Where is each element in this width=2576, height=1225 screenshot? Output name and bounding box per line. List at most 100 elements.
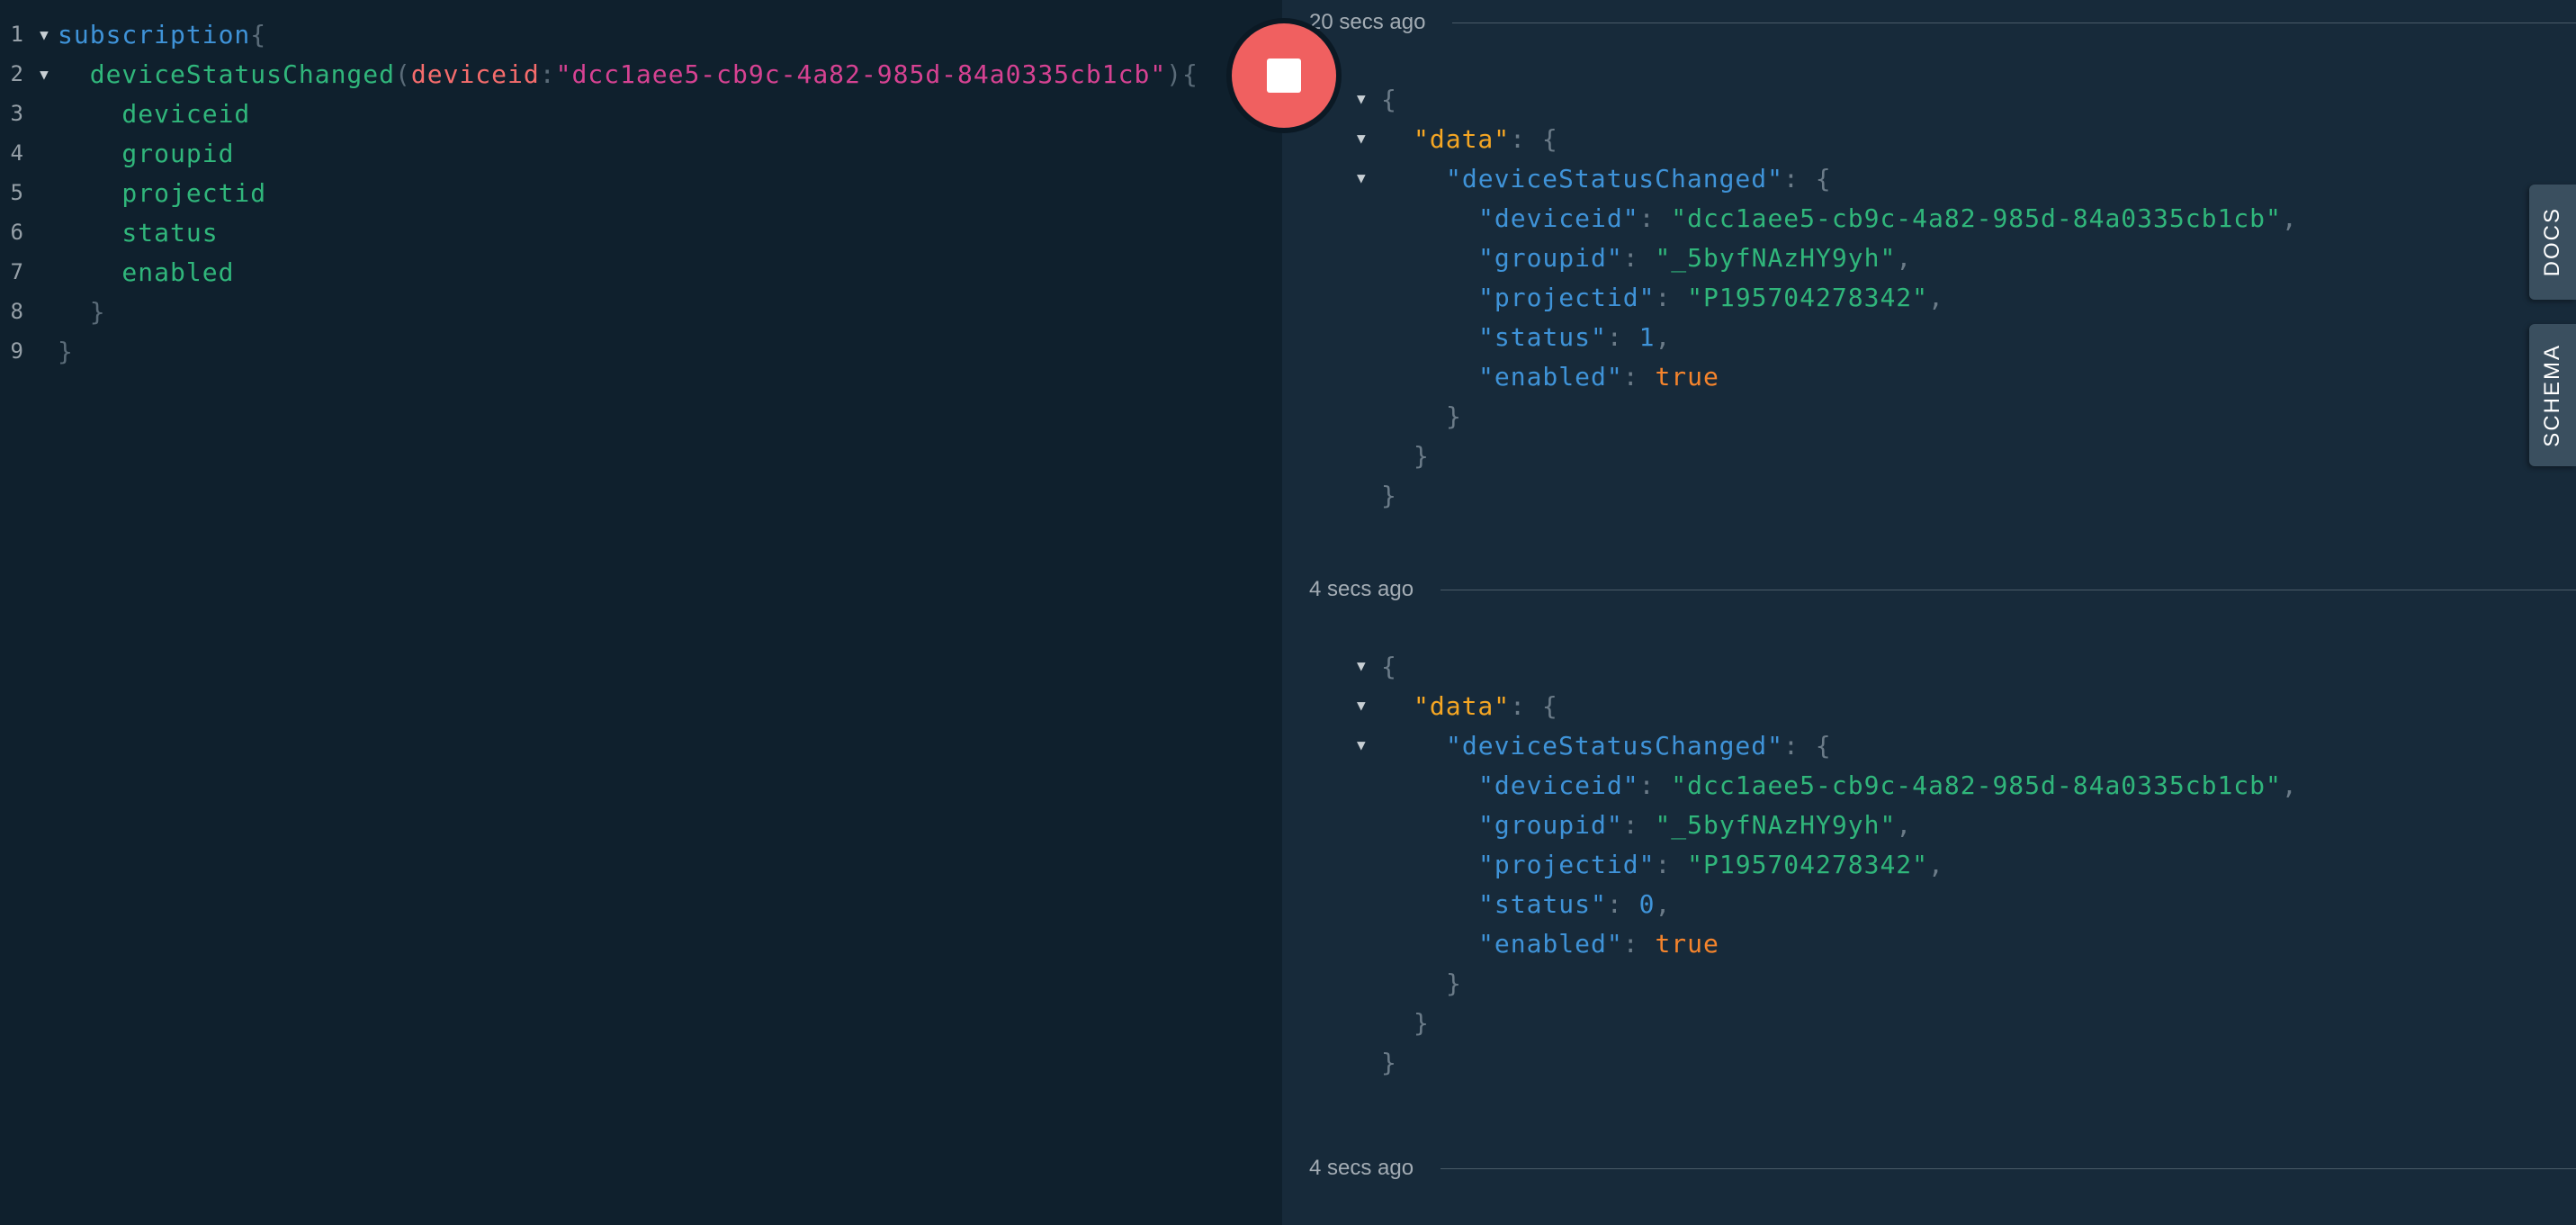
editor-line[interactable]: 3 deviceid [0, 94, 250, 133]
json-token-key: "deviceStatusChanged" [1446, 163, 1784, 194]
json-token-punct: } [1414, 440, 1430, 471]
json-token-punct: { [1381, 651, 1397, 681]
editor-line[interactable]: 5 projectid [0, 173, 266, 212]
line-number: 1 [10, 22, 23, 47]
json-token-data: "data" [1414, 123, 1511, 154]
code-token-string: "dcc1aee5-cb9c-4a82-985d-84a0335cb1cb" [555, 59, 1167, 89]
editor-line[interactable]: 9} [0, 331, 74, 371]
result-timestamp-row: 4 secs ago [1309, 1155, 2576, 1182]
json-token-bool: true [1655, 928, 1719, 959]
code-token-field: groupid [58, 138, 235, 168]
fold-arrow-icon[interactable]: ▼ [1357, 657, 1366, 674]
json-token-str: "dcc1aee5-cb9c-4a82-985d-84a0335cb1cb" [1671, 770, 2282, 800]
code-text: groupid [58, 139, 234, 168]
result-json-line: "status": 0, [1478, 884, 1671, 923]
code-text: enabled [58, 257, 234, 287]
line-number: 7 [10, 259, 23, 284]
json-token-key: "deviceid" [1478, 203, 1639, 233]
json-token-punct: , [1928, 282, 1944, 312]
code-token-punct: ){ [1166, 59, 1198, 89]
json-token-punct: { [1381, 84, 1397, 114]
code-token-punct: } [58, 296, 106, 327]
json-token-key: "projectid" [1478, 282, 1656, 312]
json-token-str: "P195704278342" [1687, 282, 1929, 312]
json-token-key: "groupid" [1478, 809, 1623, 840]
docs-tab-label: DOCS [2540, 207, 2564, 277]
result-json-line: } [1446, 963, 1462, 1003]
json-token-punct: : [1622, 928, 1656, 959]
result-json-line: } [1446, 396, 1462, 436]
schema-tab[interactable]: SCHEMA [2529, 324, 2576, 466]
result-json-line: "enabled": true [1478, 356, 1719, 396]
json-token-punct: : { [1510, 690, 1558, 721]
code-text: } [58, 337, 74, 366]
json-token-key: "enabled" [1478, 928, 1623, 959]
json-token-punct: : [1638, 770, 1672, 800]
line-number: 5 [10, 180, 23, 205]
code-token-arg: deviceid [410, 59, 540, 89]
stop-button-circle [1232, 23, 1336, 128]
editor-line[interactable]: 7 enabled [0, 252, 234, 292]
timestamp-divider [1441, 1167, 2576, 1169]
json-token-punct: } [1381, 1047, 1397, 1077]
json-token-punct: , [1896, 809, 1913, 840]
editor-line[interactable]: 6 status [0, 212, 219, 252]
json-token-key: "status" [1478, 888, 1607, 919]
fold-arrow-icon[interactable]: ▼ [1357, 90, 1366, 107]
code-text: projectid [58, 178, 266, 208]
result-json-line: "deviceid": "dcc1aee5-cb9c-4a82-985d-84a… [1478, 198, 2298, 238]
fold-arrow-icon[interactable]: ▼ [31, 26, 58, 43]
result-json-line: "deviceStatusChanged": { [1446, 158, 1832, 198]
json-token-punct: : [1622, 809, 1656, 840]
json-token-str: "_5byfNAzHY9yh" [1655, 242, 1897, 273]
result-json-line: "groupid": "_5byfNAzHY9yh", [1478, 238, 1912, 277]
fold-arrow-icon[interactable]: ▼ [1357, 736, 1366, 753]
code-token-punct: : [539, 59, 556, 89]
docs-tab[interactable]: DOCS [2529, 185, 2576, 300]
json-token-num: 1 [1638, 321, 1656, 352]
editor-line[interactable]: 4 groupid [0, 133, 234, 173]
fold-arrow-icon[interactable]: ▼ [1357, 697, 1366, 714]
result-json-line: } [1381, 1042, 1397, 1082]
line-number: 9 [10, 338, 23, 364]
line-number: 8 [10, 299, 23, 324]
code-token-field: enabled [58, 257, 235, 287]
json-token-punct: : [1655, 849, 1688, 879]
fold-arrow-icon[interactable]: ▼ [1357, 169, 1366, 186]
json-token-key: "enabled" [1478, 361, 1623, 392]
json-token-punct: : { [1510, 123, 1558, 154]
results-panel[interactable]: 20 secs ago 4 secs ago 4 secs ago ▼ {▼ "data"… [1282, 0, 2576, 1225]
result-json-line: { [1381, 646, 1397, 686]
result-json-line: } [1381, 475, 1397, 515]
query-editor[interactable]: 1 ▼ subscription{2 ▼ deviceStatusChanged(de… [0, 0, 1282, 1225]
json-token-key: "groupid" [1478, 242, 1623, 273]
json-token-punct: : { [1783, 730, 1832, 761]
stop-subscription-button[interactable] [1226, 18, 1342, 133]
json-token-punct: : [1622, 361, 1656, 392]
code-token-field: projectid [58, 177, 267, 208]
result-json-line: "enabled": true [1478, 923, 1719, 963]
json-token-key: "deviceStatusChanged" [1446, 730, 1784, 761]
line-number: 2 [10, 61, 23, 86]
editor-line[interactable]: 8 } [0, 292, 106, 331]
editor-line[interactable]: 2 ▼ deviceStatusChanged(deviceid:"dcc1aee… [0, 54, 1198, 94]
json-token-punct: : [1606, 888, 1639, 919]
json-token-str: "_5byfNAzHY9yh" [1655, 809, 1897, 840]
result-json-line: "projectid": "P195704278342", [1478, 844, 1944, 884]
fold-arrow-icon[interactable]: ▼ [31, 66, 58, 83]
json-token-data: "data" [1414, 690, 1511, 721]
json-token-punct: : [1638, 203, 1672, 233]
line-number: 3 [10, 101, 23, 126]
json-token-key: "status" [1478, 321, 1607, 352]
code-token-field: deviceStatusChanged [58, 59, 396, 89]
fold-arrow-icon[interactable]: ▼ [1357, 130, 1366, 147]
editor-line[interactable]: 1 ▼ subscription{ [0, 14, 266, 54]
code-text: deviceStatusChanged(deviceid:"dcc1aee5-c… [58, 59, 1198, 89]
code-token-punct: ( [395, 59, 411, 89]
stop-icon [1267, 59, 1301, 93]
json-token-punct: , [1655, 888, 1672, 919]
json-token-punct: : { [1783, 163, 1832, 194]
json-token-punct: , [1896, 242, 1913, 273]
result-json-line: } [1414, 1003, 1430, 1042]
result-timestamp: 4 secs ago [1309, 577, 1414, 601]
